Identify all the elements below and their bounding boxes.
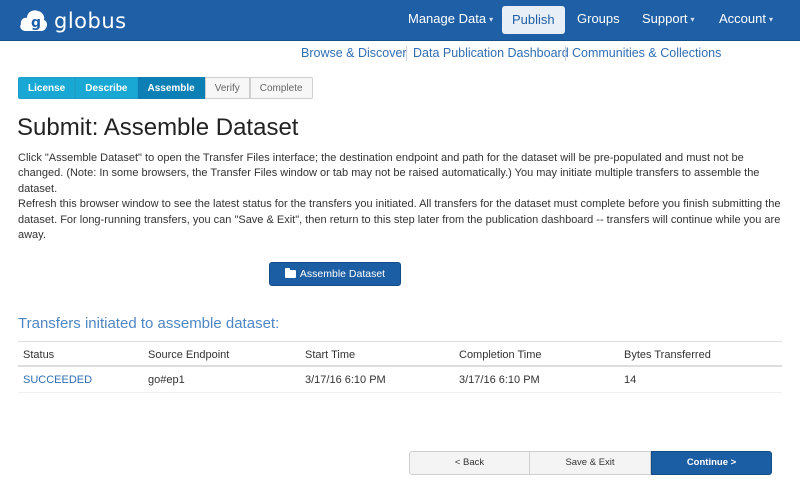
chevron-down-icon: ▾	[768, 15, 773, 24]
step-complete: Complete	[249, 77, 313, 99]
nav-account[interactable]: Account ▾	[719, 0, 773, 40]
top-navbar: g globus Manage Data ▾ Publish Groups Sup…	[0, 0, 800, 41]
header-source-endpoint: Source Endpoint	[148, 349, 230, 361]
header-bytes-transferred: Bytes Transferred	[624, 349, 711, 361]
nav-publish[interactable]: Publish	[502, 6, 565, 34]
svg-text:g: g	[31, 15, 41, 31]
instructions-paragraph-2: Refresh this browser window to see the l…	[18, 198, 781, 242]
app-name: globus	[54, 9, 127, 33]
header-completion-time: Completion Time	[459, 349, 542, 361]
back-button[interactable]: < Back	[409, 451, 530, 475]
subnav-browse-discover[interactable]: Browse & Discover	[301, 46, 407, 60]
step-verify: Verify	[204, 77, 250, 99]
globus-cloud-icon: g	[20, 10, 48, 31]
assemble-dataset-button[interactable]: Assemble Dataset	[269, 262, 401, 286]
subnav-communities-collections[interactable]: Communities & Collections	[572, 46, 721, 60]
instructions-paragraph-1: Click "Assemble Dataset" to open the Tra…	[18, 152, 760, 195]
transfers-table: Status Source Endpoint Start Time Comple…	[18, 341, 782, 393]
subnav-publication-dashboard[interactable]: Data Publication Dashboard	[413, 46, 569, 60]
completion-time-cell: 3/17/16 6:10 PM	[459, 374, 540, 386]
table-header: Status Source Endpoint Start Time Comple…	[18, 341, 782, 367]
transfer-status-link[interactable]: SUCCEEDED	[23, 374, 92, 386]
table-row: SUCCEEDED go#ep1 3/17/16 6:10 PM 3/17/16…	[18, 367, 782, 393]
step-assemble[interactable]: Assemble	[137, 77, 205, 99]
page-title: Submit: Assemble Dataset	[17, 114, 299, 141]
divider	[406, 46, 407, 61]
step-describe[interactable]: Describe	[75, 77, 138, 99]
nav-manage-data[interactable]: Manage Data ▾	[408, 0, 493, 40]
globus-logo[interactable]: g globus	[18, 6, 127, 36]
folder-open-icon	[284, 268, 296, 278]
start-time-cell: 3/17/16 6:10 PM	[305, 374, 386, 386]
publish-subnav: Browse & Discover Data Publication Dashb…	[0, 44, 800, 64]
chevron-down-icon: ▾	[489, 15, 494, 24]
transfers-heading: Transfers initiated to assemble dataset:	[18, 315, 280, 332]
chevron-down-icon: ▾	[690, 15, 695, 24]
bytes-transferred-cell: 14	[624, 374, 637, 386]
instructions: Click "Assemble Dataset" to open the Tra…	[18, 151, 783, 243]
nav-support[interactable]: Support ▾	[642, 0, 695, 40]
step-license[interactable]: License	[18, 77, 76, 99]
progress-steps: License Describe Assemble Verify Complet…	[18, 77, 313, 99]
header-status: Status	[23, 349, 55, 361]
source-endpoint-cell: go#ep1	[148, 374, 185, 386]
nav-groups[interactable]: Groups	[577, 0, 620, 40]
save-exit-button[interactable]: Save & Exit	[530, 451, 651, 475]
divider	[565, 46, 566, 61]
continue-button[interactable]: Continue >	[651, 451, 772, 475]
header-start-time: Start Time	[305, 349, 356, 361]
wizard-buttons: < Back Save & Exit Continue >	[409, 451, 772, 475]
